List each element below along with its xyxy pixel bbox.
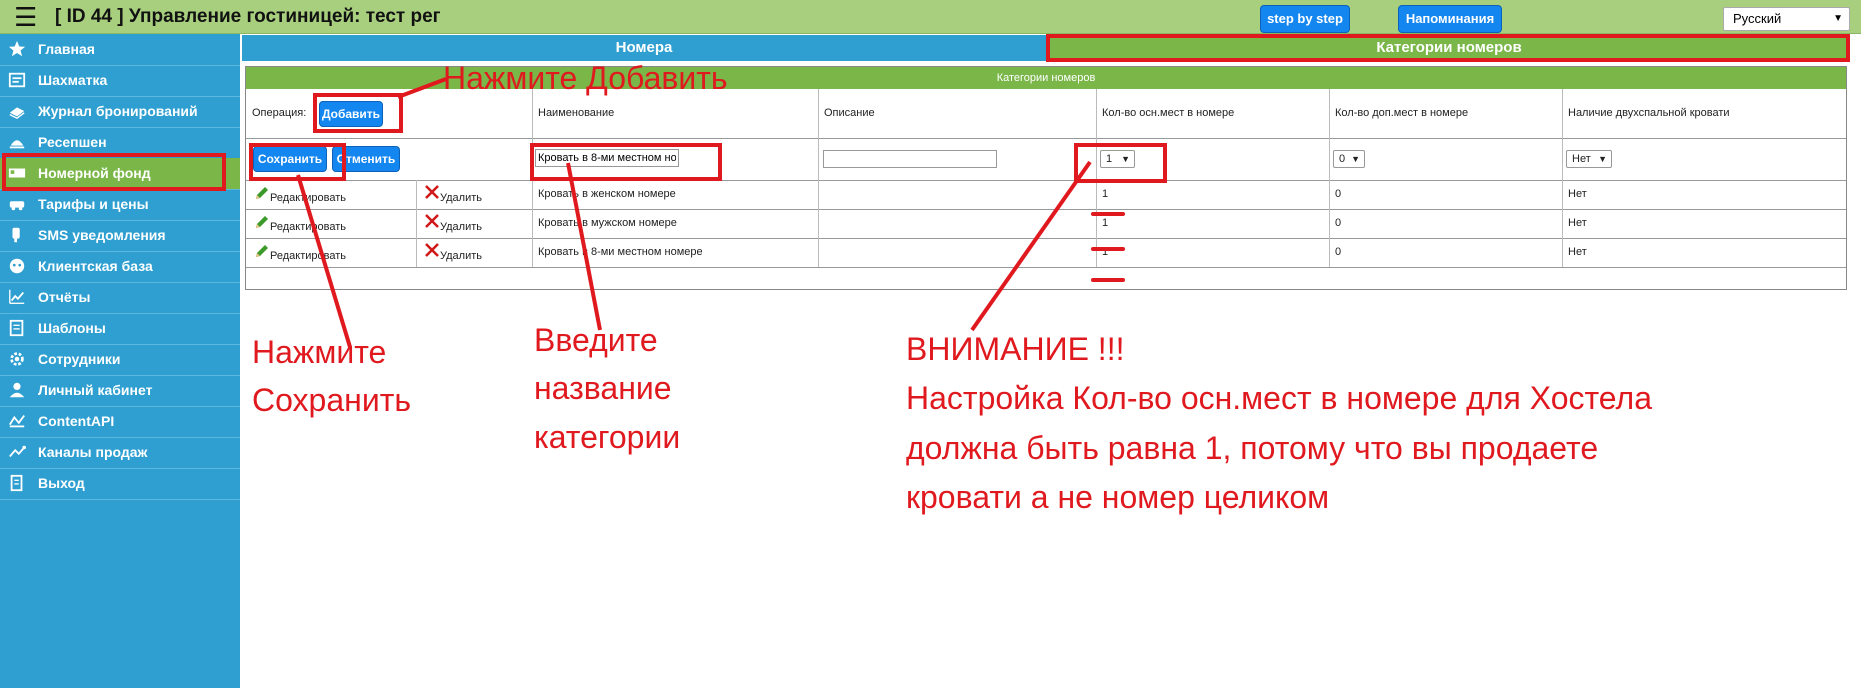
annotation-enter-name-line1: Введите	[534, 322, 658, 358]
annotation-press-save-line1: Нажмите	[252, 334, 387, 370]
annotation-press-add: Нажмите Добавить	[443, 60, 728, 96]
annotation-enter-name-line3: категории	[534, 419, 681, 455]
annotation-press-save-line2: Сохранить	[252, 382, 412, 418]
annotation-warning-line4: кровати а не номер целиком	[906, 479, 1330, 515]
annotation-warning-line3: должна быть равна 1, потому что вы прода…	[906, 430, 1599, 466]
annotation-enter-name-line2: название	[534, 370, 672, 406]
annotation-warning-line1: ВНИМАНИЕ !!!	[906, 331, 1125, 367]
annotation-warning-line2: Настройка Кол-во осн.мест в номере для Х…	[906, 380, 1652, 416]
